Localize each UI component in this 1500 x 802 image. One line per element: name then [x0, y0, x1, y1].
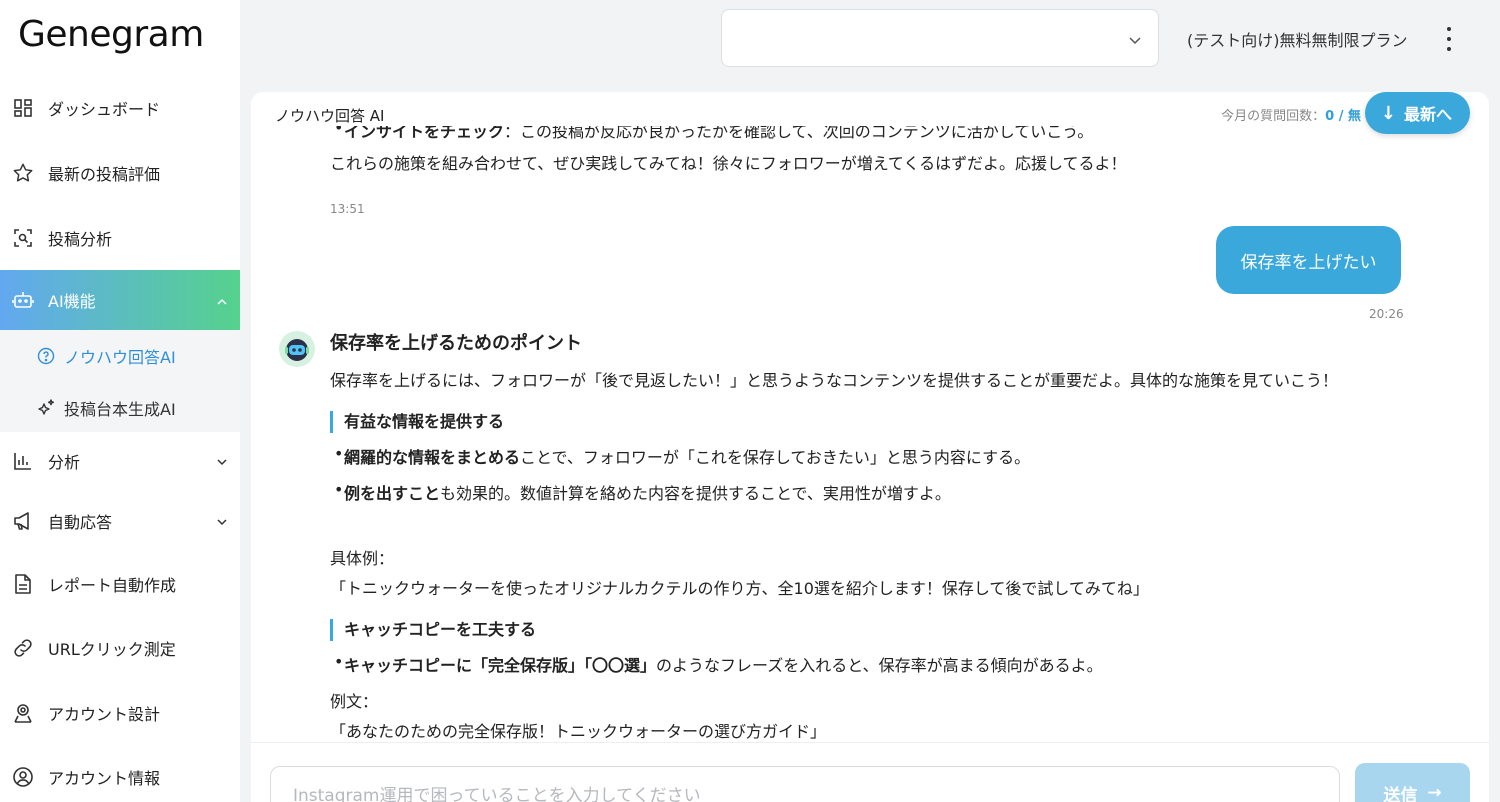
- megaphone-icon: [12, 510, 34, 532]
- quota-counter: 今月の質問回数：0 / 無: [1221, 109, 1361, 124]
- chevron-down-icon: [1128, 32, 1142, 51]
- sidebar-item-label: アカウント情報: [48, 769, 161, 788]
- list-item: 網羅的な情報をまとめることで、フォロワーが「これを保存しておきたい」と思う内容に…: [334, 444, 1030, 468]
- answer-title: 保存率を上げるためのポイント: [330, 333, 582, 354]
- robot-icon: [12, 289, 34, 311]
- account-select[interactable]: [721, 9, 1159, 67]
- chevron-down-icon: [216, 453, 230, 467]
- user-location-icon: [12, 702, 34, 724]
- sample-label: 例文：: [330, 692, 379, 711]
- user-message-time: 20:26: [1369, 307, 1404, 321]
- prev-message: これらの施策を組み合わせて、ぜひ実践してみてね！徐々にフォロワーが増えてくるはず…: [330, 154, 1127, 173]
- list-item: 例を出すことも効果的。数値計算を絡めた内容を提供することで、実用性が増すよ。: [334, 480, 951, 504]
- sidebar-item-label: 最新の投稿評価: [48, 165, 161, 184]
- sidebar-item-ai[interactable]: AI機能: [0, 270, 240, 330]
- document-icon: [12, 573, 34, 595]
- sidebar: Genegram ダッシュボード 最新の投稿評価 投稿分析 AI機能 ノウハウ回…: [0, 0, 240, 802]
- sidebar-item-account-design[interactable]: アカウント設計: [0, 689, 240, 737]
- ai-submenu: ノウハウ回答AI 投稿台本生成AI: [0, 330, 240, 432]
- sidebar-item-label: 自動応答: [48, 513, 113, 532]
- sidebar-subitem-label: ノウハウ回答AI: [64, 348, 176, 367]
- sidebar-item-label: 分析: [48, 453, 81, 472]
- sidebar-item-label: 投稿分析: [48, 230, 113, 249]
- sidebar-item-label: ダッシュボード: [48, 100, 161, 119]
- sidebar-subitem-script-ai[interactable]: 投稿台本生成AI: [36, 393, 176, 423]
- sidebar-item-post-analysis[interactable]: 投稿分析: [0, 214, 240, 262]
- chat-panel: インサイトをチェック：この投稿が反応が良かったかを確認して、次回のコンテンツに活…: [251, 92, 1489, 802]
- sidebar-item-label: AI機能: [48, 292, 96, 311]
- question-circle-icon: [36, 346, 56, 366]
- link-icon: [12, 637, 34, 659]
- sidebar-subitem-knowhow-ai[interactable]: ノウハウ回答AI: [36, 341, 176, 371]
- sidebar-item-label: アカウント設計: [48, 705, 161, 724]
- scan-search-icon: [12, 227, 34, 249]
- app-logo[interactable]: Genegram: [18, 14, 204, 55]
- user-message-bubble: 保存率を上げたい: [1216, 226, 1401, 294]
- sidebar-item-auto-reply[interactable]: 自動応答: [0, 497, 240, 545]
- arrow-right-icon: →: [1427, 783, 1442, 802]
- chevron-up-icon: [216, 293, 230, 307]
- chat-title: ノウハウ回答 AI: [275, 107, 385, 125]
- prev-bullet-partial: インサイトをチェック：この投稿が反応が良かったかを確認して、次回のコンテンツに活…: [334, 126, 1093, 142]
- sidebar-item-label: レポート自動作成: [48, 576, 177, 595]
- sidebar-item-latest-eval[interactable]: 最新の投稿評価: [0, 149, 240, 197]
- sidebar-item-account-info[interactable]: アカウント情報: [0, 753, 240, 801]
- example-label: 具体例：: [330, 549, 395, 568]
- answer-intro: 保存率を上げるには、フォロワーが「後で見返したい！」と思うようなコンテンツを提供…: [330, 371, 1339, 390]
- composer: 送信 →: [251, 742, 1489, 802]
- sidebar-item-report[interactable]: レポート自動作成: [0, 560, 240, 608]
- arrow-down-icon: ↓: [1380, 102, 1396, 124]
- more-menu-icon[interactable]: [1438, 24, 1460, 54]
- section-heading: 有益な情報を提供する: [330, 411, 504, 433]
- example-text: 「トニックウォーターを使ったオリジナルカクテルの作り方、全10選を紹介します！保…: [330, 579, 1149, 598]
- message-list[interactable]: インサイトをチェック：この投稿が反応が良かったかを確認して、次回のコンテンツに活…: [251, 126, 1489, 742]
- sparkles-icon: [36, 398, 56, 418]
- list-item: キャッチコピーに「完全保存版」「〇〇選」のようなフレーズを入れると、保存率が高ま…: [334, 652, 1103, 676]
- ai-avatar: [279, 331, 315, 367]
- sample-text: 「あなたのための完全保存版！トニックウォーターの選び方ガイド」: [330, 722, 827, 741]
- section-heading: キャッチコピーを工夫する: [330, 619, 536, 641]
- plan-label: (テスト向け)無料無制限プラン: [1187, 31, 1408, 50]
- dashboard-icon: [12, 97, 34, 119]
- sidebar-item-analysis[interactable]: 分析: [0, 437, 240, 485]
- sidebar-item-url-click[interactable]: URLクリック測定: [0, 624, 240, 672]
- star-icon: [12, 162, 34, 184]
- chevron-down-icon: [216, 513, 230, 527]
- send-button[interactable]: 送信 →: [1355, 763, 1470, 802]
- sidebar-item-dashboard[interactable]: ダッシュボード: [0, 84, 240, 132]
- sidebar-subitem-label: 投稿台本生成AI: [64, 400, 176, 419]
- bar-chart-icon: [12, 450, 34, 472]
- chat-input[interactable]: [270, 766, 1340, 802]
- prev-message-time: 13:51: [330, 202, 365, 216]
- user-circle-icon: [12, 766, 34, 788]
- sidebar-item-label: URLクリック測定: [48, 640, 176, 659]
- scroll-to-latest-button[interactable]: ↓ 最新へ: [1364, 92, 1470, 134]
